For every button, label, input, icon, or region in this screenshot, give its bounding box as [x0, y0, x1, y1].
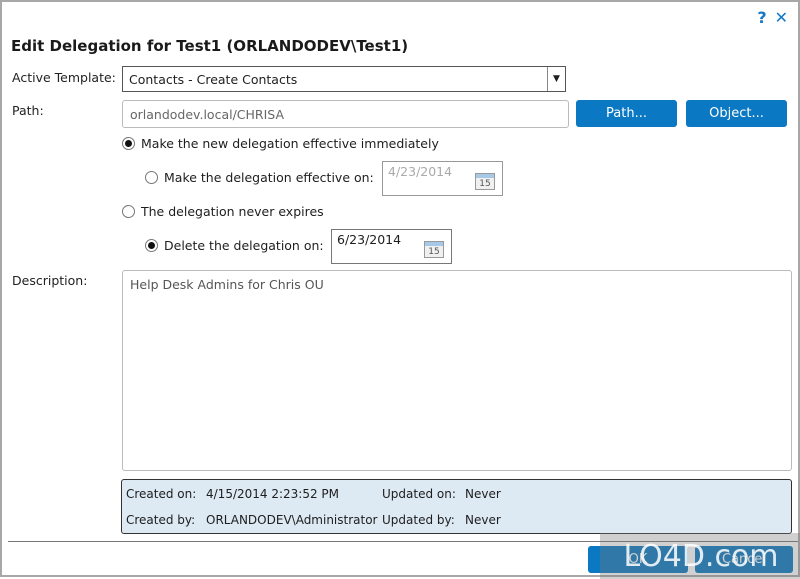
created-on-label: Created on:: [126, 487, 197, 501]
radio-selected-icon[interactable]: [145, 239, 158, 252]
radio-unselected-icon[interactable]: [145, 171, 158, 184]
cancel-button[interactable]: Cancel: [695, 546, 793, 573]
title-bar-icons: ? ✕: [757, 8, 788, 27]
description-textarea[interactable]: Help Desk Admins for Chris OU: [122, 270, 792, 471]
dialog-title: Edit Delegation for Test1 (ORLANDODEV\Te…: [11, 37, 409, 55]
audit-info-panel: Created on: 4/15/2014 2:23:52 PM Updated…: [121, 479, 792, 534]
delete-date-value: 6/23/2014: [337, 232, 402, 247]
radio-delete-on[interactable]: Delete the delegation on:: [145, 238, 324, 253]
chevron-down-icon[interactable]: ▼: [547, 67, 565, 91]
calendar-icon[interactable]: 15: [475, 173, 495, 190]
updated-by-label: Updated by:: [382, 513, 455, 527]
help-icon[interactable]: ?: [757, 8, 766, 27]
radio-effective-on[interactable]: Make the delegation effective on:: [145, 170, 374, 185]
object-button[interactable]: Object...: [686, 100, 787, 127]
updated-on-label: Updated on:: [382, 487, 456, 501]
calendar-icon[interactable]: 15: [424, 241, 444, 258]
radio-effective-immediately-label: Make the new delegation effective immedi…: [141, 136, 439, 151]
path-button[interactable]: Path...: [576, 100, 677, 127]
radio-delete-on-label: Delete the delegation on:: [164, 238, 324, 253]
close-icon[interactable]: ✕: [775, 8, 788, 27]
updated-by-value: Never: [465, 513, 501, 527]
effective-date-field[interactable]: 4/23/2014 15: [382, 161, 503, 196]
radio-never-expires[interactable]: The delegation never expires: [122, 204, 324, 219]
delete-date-field[interactable]: 6/23/2014 15: [331, 229, 452, 264]
path-field[interactable]: orlandodev.local/CHRISA: [122, 100, 569, 128]
updated-on-value: Never: [465, 487, 501, 501]
created-by-value: ORLANDODEV\Administrator: [206, 513, 378, 527]
footer-divider: [8, 541, 798, 542]
ok-button[interactable]: OK: [588, 546, 688, 573]
radio-unselected-icon[interactable]: [122, 205, 135, 218]
edit-delegation-dialog: ? ✕ Edit Delegation for Test1 (ORLANDODE…: [0, 0, 800, 579]
active-template-select[interactable]: Contacts - Create Contacts ▼: [122, 66, 566, 92]
description-label: Description:: [12, 273, 88, 288]
radio-effective-immediately[interactable]: Make the new delegation effective immedi…: [122, 136, 439, 151]
created-on-value: 4/15/2014 2:23:52 PM: [206, 487, 340, 501]
radio-effective-on-label: Make the delegation effective on:: [164, 170, 374, 185]
radio-never-expires-label: The delegation never expires: [141, 204, 324, 219]
created-by-label: Created by:: [126, 513, 196, 527]
radio-selected-icon[interactable]: [122, 137, 135, 150]
path-label: Path:: [12, 103, 44, 118]
active-template-value: Contacts - Create Contacts: [129, 71, 298, 87]
effective-date-value: 4/23/2014: [388, 164, 453, 179]
active-template-label: Active Template:: [12, 70, 116, 85]
